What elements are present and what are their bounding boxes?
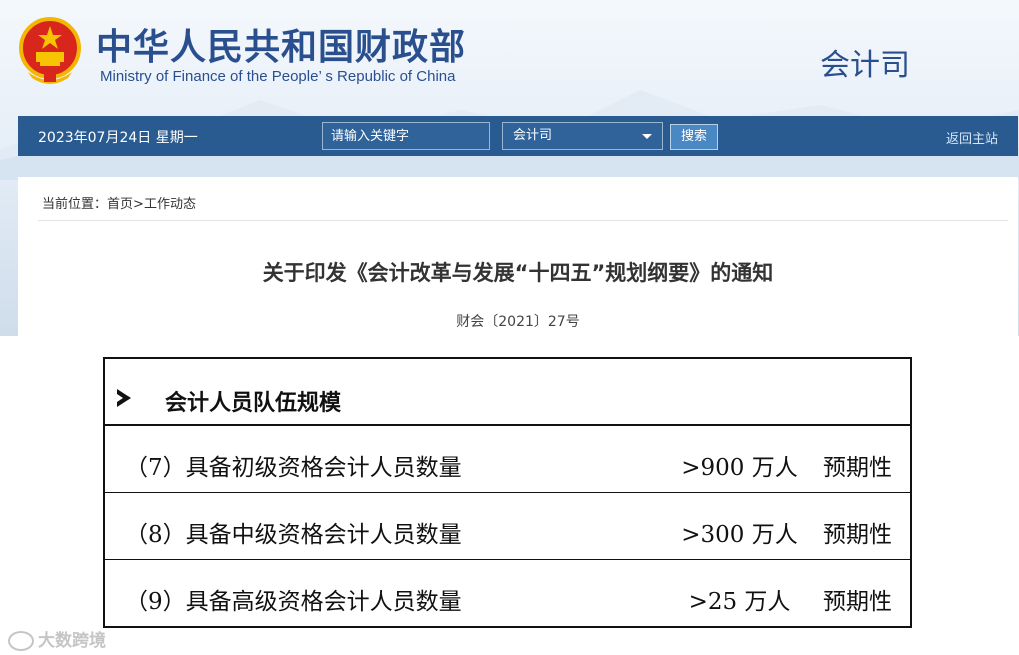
indicator-table: 会计人员队伍规模 （7）具备初级资格会计人员数量 >900 万人 预期性 （8）…: [103, 357, 912, 628]
divider: [38, 220, 1008, 221]
row-type-text: 预期性: [823, 522, 892, 548]
row-label-text: （8）具备中级资格会计人员数量: [125, 522, 462, 548]
breadcrumb: 当前位置：首页>工作动态: [42, 193, 196, 212]
department-name: 会计司: [820, 48, 910, 83]
article-card: 当前位置：首页>工作动态 关于印发《会计改革与发展“十四五”规划纲要》的通知 财…: [18, 177, 1018, 336]
row-value-text: >25 万人: [688, 589, 791, 615]
article-title: 关于印发《会计改革与发展“十四五”规划纲要》的通知: [262, 261, 774, 285]
navigation-bar: 2023年07月24日 星期一 会计司 搜索 返回主站: [18, 116, 1018, 156]
breadcrumb-prefix: 当前位置：: [42, 197, 108, 212]
table-section-header: 会计人员队伍规模: [103, 357, 912, 426]
document-table-image: 会计人员队伍规模 （7）具备初级资格会计人员数量 >900 万人 预期性 （8）…: [0, 336, 1019, 655]
chevron-down-icon: [642, 134, 652, 139]
table-row-type: 预期性: [805, 493, 912, 561]
search-scope-value: 会计司: [513, 128, 553, 143]
table-row-type: 预期性: [805, 560, 912, 628]
table-row-value: >900 万人: [674, 426, 807, 494]
breadcrumb-home-link[interactable]: 首页: [107, 197, 133, 212]
website-header-region: 中华人民共和国财政部 Ministry of Finance of the Pe…: [0, 0, 1019, 336]
site-title-chinese: 中华人民共和国财政部: [96, 27, 467, 68]
section-title: 会计人员队伍规模: [165, 390, 342, 416]
site-title-english: Ministry of Finance of the People’ s Rep…: [100, 68, 456, 85]
return-home-link[interactable]: 返回主站: [946, 128, 998, 147]
search-scope-select[interactable]: 会计司: [502, 122, 663, 150]
breadcrumb-separator: >: [133, 197, 144, 212]
search-button[interactable]: 搜索: [670, 124, 718, 150]
table-row-label: （9）具备高级资格会计人员数量: [103, 560, 676, 628]
breadcrumb-current-link[interactable]: 工作动态: [144, 197, 196, 212]
current-date: 2023年07月24日 星期一: [38, 130, 198, 146]
row-value-text: >300 万人: [681, 522, 798, 548]
search-input[interactable]: [322, 122, 490, 150]
document-number: 财会〔2021〕27号: [456, 314, 580, 330]
table-row-value: >300 万人: [674, 493, 807, 561]
table-row-value: >25 万人: [674, 560, 807, 628]
watermark-text: 大数跨境: [38, 631, 106, 651]
watermark: 大数跨境: [8, 626, 106, 651]
watermark-logo-icon: [8, 631, 34, 651]
row-type-text: 预期性: [823, 589, 892, 615]
row-type-text: 预期性: [823, 455, 892, 481]
arrow-bullet-icon: [117, 389, 131, 407]
row-label-text: （7）具备初级资格会计人员数量: [125, 455, 462, 481]
table-row-label: （8）具备中级资格会计人员数量: [103, 493, 676, 561]
table-row-type: 预期性: [805, 426, 912, 494]
table-row-label: （7）具备初级资格会计人员数量: [103, 426, 676, 494]
row-value-text: >900 万人: [681, 455, 798, 481]
national-emblem-icon: [19, 17, 81, 84]
row-label-text: （9）具备高级资格会计人员数量: [125, 589, 462, 615]
